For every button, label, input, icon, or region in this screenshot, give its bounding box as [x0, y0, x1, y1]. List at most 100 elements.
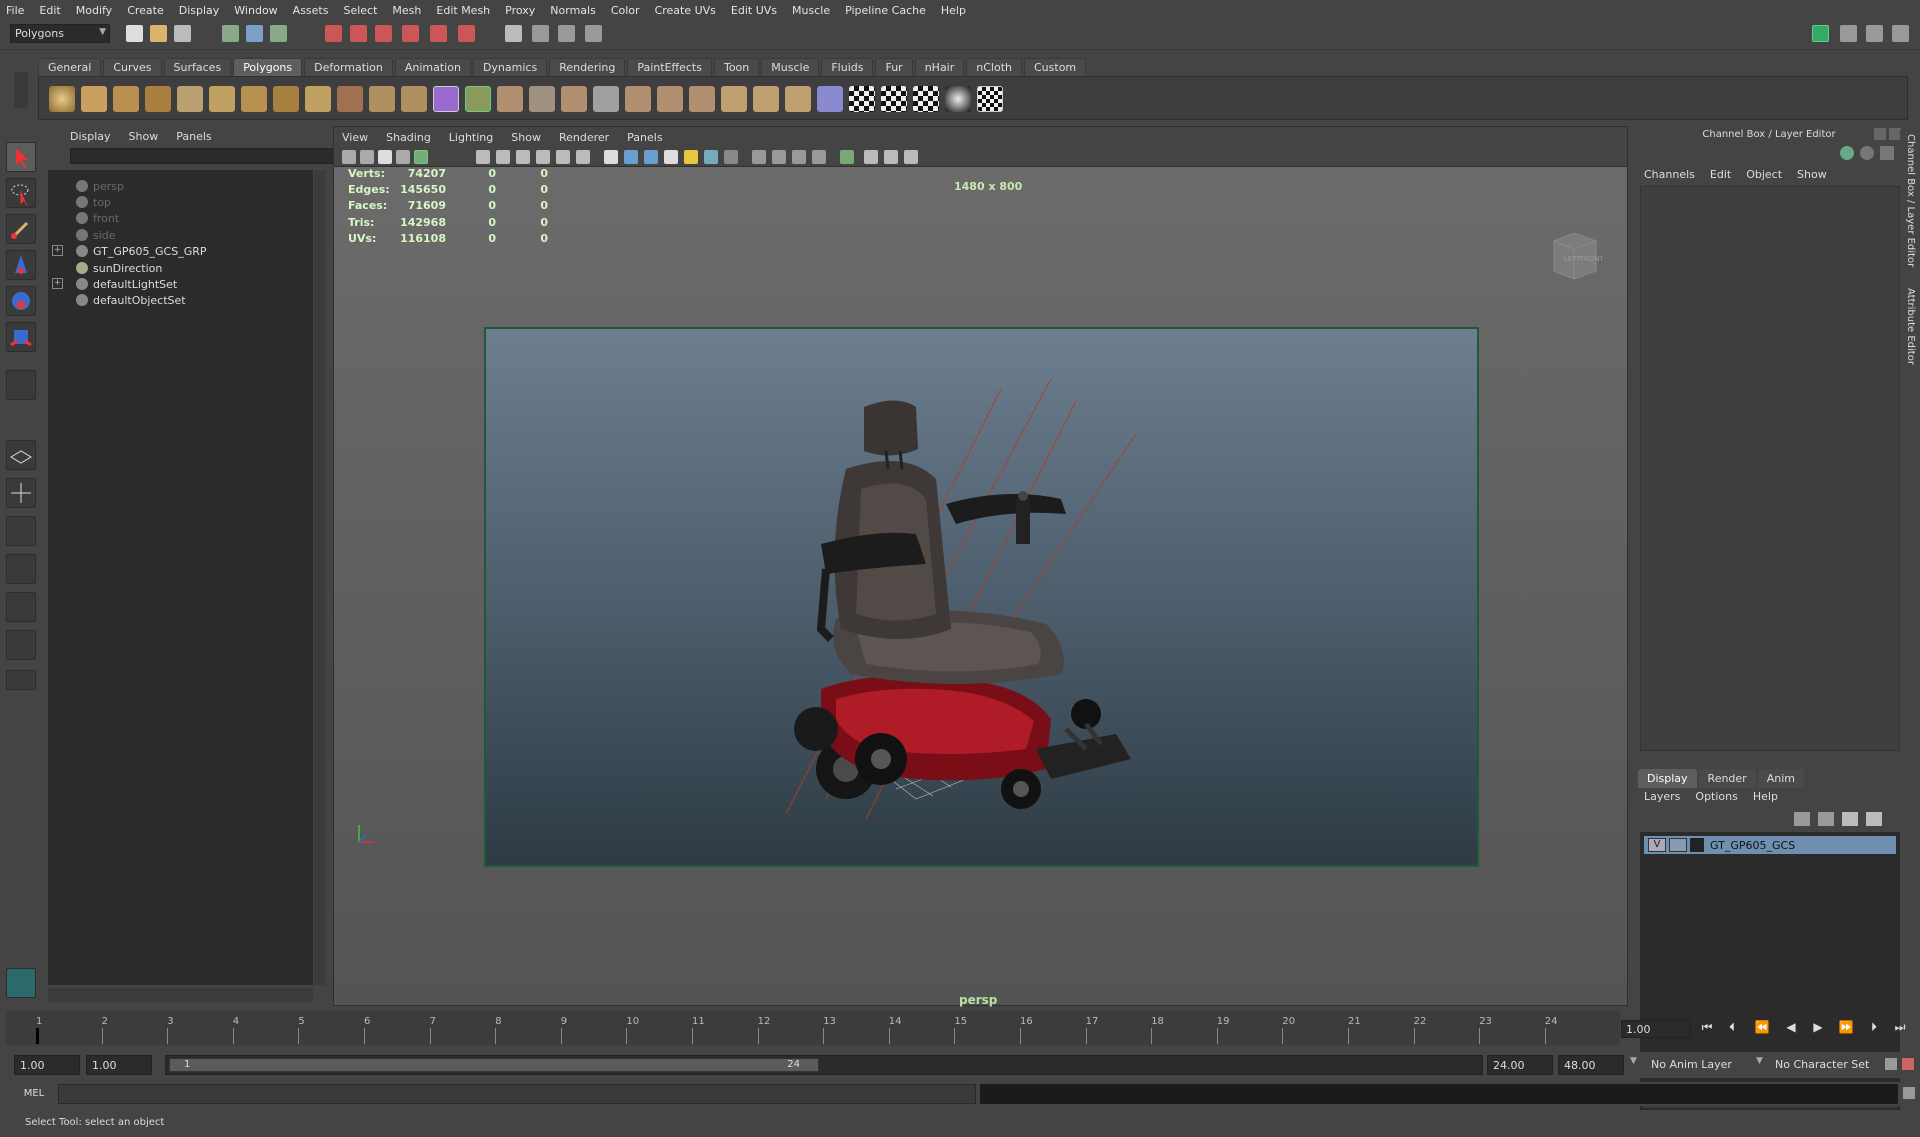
single-perspective-layout-icon[interactable]	[6, 440, 36, 470]
channel-box-menu-edit[interactable]: Edit	[1710, 168, 1731, 181]
new-layer-selected-icon[interactable]	[1866, 812, 1882, 826]
render-view-icon[interactable]	[505, 25, 522, 42]
range-slider[interactable]: 1 24	[165, 1055, 1483, 1075]
spherical-mapping-icon[interactable]	[785, 86, 811, 112]
insert-edge-loop-icon[interactable]	[593, 86, 619, 112]
lasso-tool-icon[interactable]	[6, 178, 36, 208]
view-cube[interactable]: LEFT FRONT	[1544, 227, 1605, 285]
layer-menu-help[interactable]: Help	[1753, 790, 1778, 803]
outliner-filter-field[interactable]	[70, 148, 372, 164]
shelf-tab-custom[interactable]: Custom	[1024, 58, 1087, 76]
channel-box-menu-show[interactable]: Show	[1797, 168, 1827, 181]
merge-vertices-icon[interactable]	[657, 86, 683, 112]
current-frame-field[interactable]: 1.00	[1621, 1020, 1691, 1038]
persp-outliner-layout-icon[interactable]	[6, 516, 36, 546]
go-to-end-icon[interactable]: ⏭	[1890, 1020, 1910, 1038]
range-slider-thumb[interactable]: 1 24	[169, 1058, 819, 1072]
high-quality-icon[interactable]	[904, 150, 918, 164]
open-scene-icon[interactable]	[150, 25, 167, 42]
hypershade-persp-layout-icon[interactable]	[6, 592, 36, 622]
poly-helix-icon[interactable]	[305, 86, 331, 112]
shelf-menu-icon[interactable]	[14, 72, 28, 108]
outliner-menu-panels[interactable]: Panels	[176, 130, 211, 143]
smooth-shade-icon[interactable]	[624, 150, 638, 164]
layer-visibility-toggle[interactable]: V	[1648, 838, 1666, 852]
poly-pipe-icon[interactable]	[273, 86, 299, 112]
playback-end-field[interactable]: 24.00	[1487, 1055, 1553, 1075]
menu-create-uvs[interactable]: Create UVs	[655, 4, 716, 17]
shelf-tab-general[interactable]: General	[38, 58, 102, 76]
shelf-tab-surfaces[interactable]: Surfaces	[163, 58, 232, 76]
bridge-icon[interactable]	[497, 86, 523, 112]
shelf-tab-dynamics[interactable]: Dynamics	[472, 58, 548, 76]
play-backwards-icon[interactable]: ◀	[1781, 1020, 1801, 1038]
four-view-layout-icon[interactable]	[6, 478, 36, 508]
select-hierarchy-icon[interactable]	[222, 25, 239, 42]
safe-action-icon[interactable]	[556, 150, 570, 164]
script-editor-icon[interactable]	[1903, 1087, 1915, 1099]
layer-tab-render[interactable]: Render	[1698, 769, 1756, 788]
image-plane-icon[interactable]	[396, 150, 410, 164]
joystick-controller[interactable]	[1016, 499, 1030, 544]
menu-color[interactable]: Color	[611, 4, 640, 17]
poly-cube-icon[interactable]	[81, 86, 107, 112]
layout-toggle-icon[interactable]	[6, 670, 36, 690]
layer-tab-display[interactable]: Display	[1638, 769, 1697, 788]
select-object-icon[interactable]	[246, 25, 263, 42]
current-time-marker[interactable]	[36, 1028, 39, 1044]
speed-icon[interactable]	[1860, 146, 1874, 160]
auto-key-icon[interactable]	[1885, 1058, 1897, 1070]
menu-file[interactable]: File	[6, 4, 24, 17]
ambient-occlusion-icon[interactable]	[752, 150, 766, 164]
last-tool-used-icon[interactable]	[6, 370, 36, 400]
manipulator-icon[interactable]	[1840, 146, 1854, 160]
wireframe-icon[interactable]	[604, 150, 618, 164]
render-settings-icon[interactable]	[585, 25, 602, 42]
menu-muscle[interactable]: Muscle	[792, 4, 830, 17]
viewport-menu-lighting[interactable]: Lighting	[449, 131, 493, 144]
smooth-icon[interactable]	[401, 86, 427, 112]
camera-attributes-icon[interactable]	[360, 150, 374, 164]
xray-joints-icon[interactable]	[864, 150, 878, 164]
planar-mapping-icon[interactable]	[721, 86, 747, 112]
hyper-icon[interactable]	[1880, 146, 1894, 160]
outliner-menu-show[interactable]: Show	[129, 130, 159, 143]
toggle-panel-icon[interactable]	[1812, 25, 1829, 42]
uv-snapshot-icon[interactable]	[913, 86, 939, 112]
menu-display[interactable]: Display	[179, 4, 220, 17]
expand-icon[interactable]: +	[52, 245, 63, 256]
automatic-mapping-icon[interactable]	[817, 86, 843, 112]
outliner-vertical-scrollbar[interactable]	[314, 170, 326, 985]
menu-edit-uvs[interactable]: Edit UVs	[731, 4, 777, 17]
motion-blur-icon[interactable]	[772, 150, 786, 164]
shelf-tab-polygons[interactable]: Polygons	[233, 58, 303, 76]
cylindrical-mapping-icon[interactable]	[753, 86, 779, 112]
shelf-tab-animation[interactable]: Animation	[394, 58, 471, 76]
persp-graph-hypergraph-layout-icon[interactable]	[6, 630, 36, 660]
display-layer-row[interactable]: V GT_GP605_GCS	[1644, 836, 1896, 854]
gate-mask-icon[interactable]	[516, 150, 530, 164]
viewport-menu-panels[interactable]: Panels	[627, 131, 662, 144]
animation-preferences-icon[interactable]	[1902, 1058, 1914, 1070]
menu-set-dropdown[interactable]: Polygons ▼	[10, 24, 110, 43]
step-forward-frame-icon[interactable]: ⏵	[1864, 1020, 1884, 1038]
anti-aliasing-icon[interactable]	[792, 150, 806, 164]
step-forward-key-icon[interactable]: ⏩	[1836, 1020, 1856, 1038]
isolate-select-icon[interactable]	[840, 150, 854, 164]
depth-of-field-icon[interactable]	[812, 150, 826, 164]
viewport-menu-renderer[interactable]: Renderer	[559, 131, 609, 144]
resolution-gate-icon[interactable]	[496, 150, 510, 164]
select-component-icon[interactable]	[270, 25, 287, 42]
outliner-menu-display[interactable]: Display	[70, 130, 111, 143]
anim-layer-dropdown[interactable]: No Anim Layer	[1646, 1055, 1758, 1075]
menu-normals[interactable]: Normals	[550, 4, 596, 17]
move-layer-up-icon[interactable]	[1794, 812, 1810, 826]
safe-title-icon[interactable]	[576, 150, 590, 164]
menu-window[interactable]: Window	[234, 4, 277, 17]
offset-edge-loop-icon[interactable]	[625, 86, 651, 112]
xray-icon[interactable]	[724, 150, 738, 164]
animation-end-field[interactable]: 48.00	[1558, 1055, 1624, 1075]
shelf-tab-rendering[interactable]: Rendering	[549, 58, 626, 76]
render-frame-icon[interactable]	[532, 25, 549, 42]
channel-box-menu-object[interactable]: Object	[1746, 168, 1782, 181]
